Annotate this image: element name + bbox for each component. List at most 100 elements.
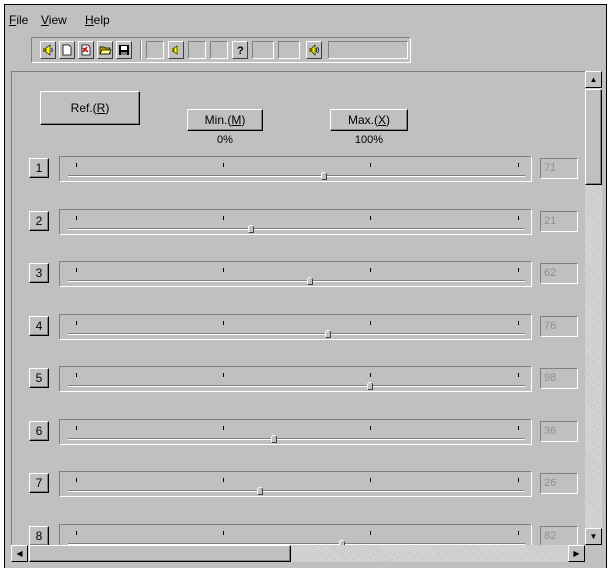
svg-text:?: ? [237, 45, 244, 56]
menu-file[interactable]: File [9, 13, 28, 27]
slider-value-field: 98 [540, 368, 578, 389]
speaker-small-icon [172, 45, 178, 55]
open-folder-icon [98, 46, 112, 55]
horizontal-scrollbar[interactable]: ◀ ▶ [11, 545, 585, 562]
min-value-label: 0% [217, 134, 233, 146]
slider-groove [68, 385, 525, 387]
slider-number-button[interactable]: 7 [29, 473, 49, 493]
slider-tick [518, 321, 519, 325]
status-bar [5, 563, 606, 568]
toolbar: ? [31, 37, 411, 63]
slider-track[interactable] [59, 314, 532, 340]
save-disk-icon [119, 45, 129, 55]
slider-thumb[interactable] [257, 487, 263, 495]
max-button[interactable]: Max.(X) [330, 109, 408, 131]
save-button[interactable] [116, 41, 132, 59]
slider-thumb[interactable] [325, 330, 331, 338]
slider-tick [76, 426, 77, 430]
scroll-down-button[interactable]: ▼ [585, 528, 602, 545]
menu-bar: File View Help [5, 5, 606, 33]
slider-tick [518, 478, 519, 482]
new-red-button[interactable] [78, 41, 94, 59]
slider-tick [223, 216, 224, 220]
slider-tick [76, 216, 77, 220]
slider-thumb[interactable] [367, 382, 373, 390]
slider-thumb[interactable] [248, 225, 254, 233]
question-help-icon: ? [237, 45, 244, 56]
slider-groove [68, 280, 525, 282]
slider-thumb[interactable] [321, 172, 327, 180]
vertical-scrollbar[interactable]: ▲ ▼ [585, 71, 602, 545]
slider-number-button[interactable]: 4 [29, 316, 49, 336]
slider-number-button[interactable]: 3 [29, 263, 49, 283]
menu-view[interactable]: View [41, 13, 67, 27]
slider-value-field: 21 [540, 211, 578, 232]
toolbar-slot [328, 41, 408, 59]
slider-tick [518, 373, 519, 377]
slider-tick [223, 531, 224, 535]
slider-tick [370, 163, 371, 167]
slider-track[interactable] [59, 471, 532, 497]
slider-track[interactable] [59, 419, 532, 445]
min-button[interactable]: Min.(M) [187, 109, 263, 131]
slider-tick [370, 531, 371, 535]
arrow-left-icon: ◀ [16, 549, 23, 558]
slider-groove [68, 228, 525, 230]
speaker-sound-icon [309, 44, 319, 56]
slider-track[interactable] [59, 261, 532, 287]
max-value-label: 100% [354, 134, 384, 146]
slider-tick [518, 216, 519, 220]
slider-tick [76, 531, 77, 535]
new-button[interactable] [59, 41, 75, 59]
scroll-right-button[interactable]: ▶ [568, 545, 585, 562]
menu-help[interactable]: Help [85, 13, 110, 27]
slider-tick [223, 373, 224, 377]
slider-track[interactable] [59, 524, 532, 545]
scroll-up-button[interactable]: ▲ [585, 71, 602, 88]
slider-number-button[interactable]: 1 [29, 158, 49, 178]
help-button[interactable]: ? [232, 41, 248, 59]
toolbar-slot [278, 41, 300, 59]
slider-tick [76, 321, 77, 325]
slider-value-field: 36 [540, 421, 578, 442]
toolbar-slot [146, 41, 164, 59]
slider-number-button[interactable]: 8 [29, 526, 49, 545]
speaker-sound-button[interactable] [306, 41, 322, 59]
slider-tick [370, 478, 371, 482]
slider-tick [370, 216, 371, 220]
slider-value-field: 62 [540, 263, 578, 284]
slider-groove [68, 490, 525, 492]
scroll-left-button[interactable]: ◀ [11, 545, 28, 562]
slider-groove [68, 438, 525, 440]
slider-tick [370, 268, 371, 272]
slider-number-button[interactable]: 2 [29, 211, 49, 231]
slider-value-field: 76 [540, 316, 578, 337]
ref-button[interactable]: Ref.(R) [40, 91, 140, 125]
open-button[interactable] [97, 41, 113, 59]
slider-thumb[interactable] [307, 277, 313, 285]
slider-tick [76, 163, 77, 167]
slider-tick [76, 478, 77, 482]
slider-tick [370, 321, 371, 325]
slider-tick [518, 268, 519, 272]
main-window: File View Help ? Ref.(R) Min.(M) 0% … [4, 4, 607, 568]
slider-value-field: 82 [540, 526, 578, 545]
toolbar-slot [210, 41, 228, 59]
toolbar-slot [252, 41, 274, 59]
arrow-down-icon: ▼ [589, 532, 598, 541]
slider-thumb[interactable] [271, 435, 277, 443]
slider-track[interactable] [59, 366, 532, 392]
speaker-small-button[interactable] [168, 41, 184, 59]
slider-value-field: 26 [540, 473, 578, 494]
slider-track[interactable] [59, 156, 532, 182]
slider-tick [223, 163, 224, 167]
slider-tick [223, 478, 224, 482]
slider-number-button[interactable]: 6 [29, 421, 49, 441]
new-red-document-icon [81, 44, 91, 56]
speaker-button[interactable] [40, 41, 56, 59]
vertical-scroll-thumb[interactable] [585, 89, 602, 185]
slider-number-button[interactable]: 5 [29, 368, 49, 388]
horizontal-scroll-thumb[interactable] [29, 545, 291, 562]
slider-track[interactable] [59, 209, 532, 235]
new-document-icon [62, 44, 72, 56]
